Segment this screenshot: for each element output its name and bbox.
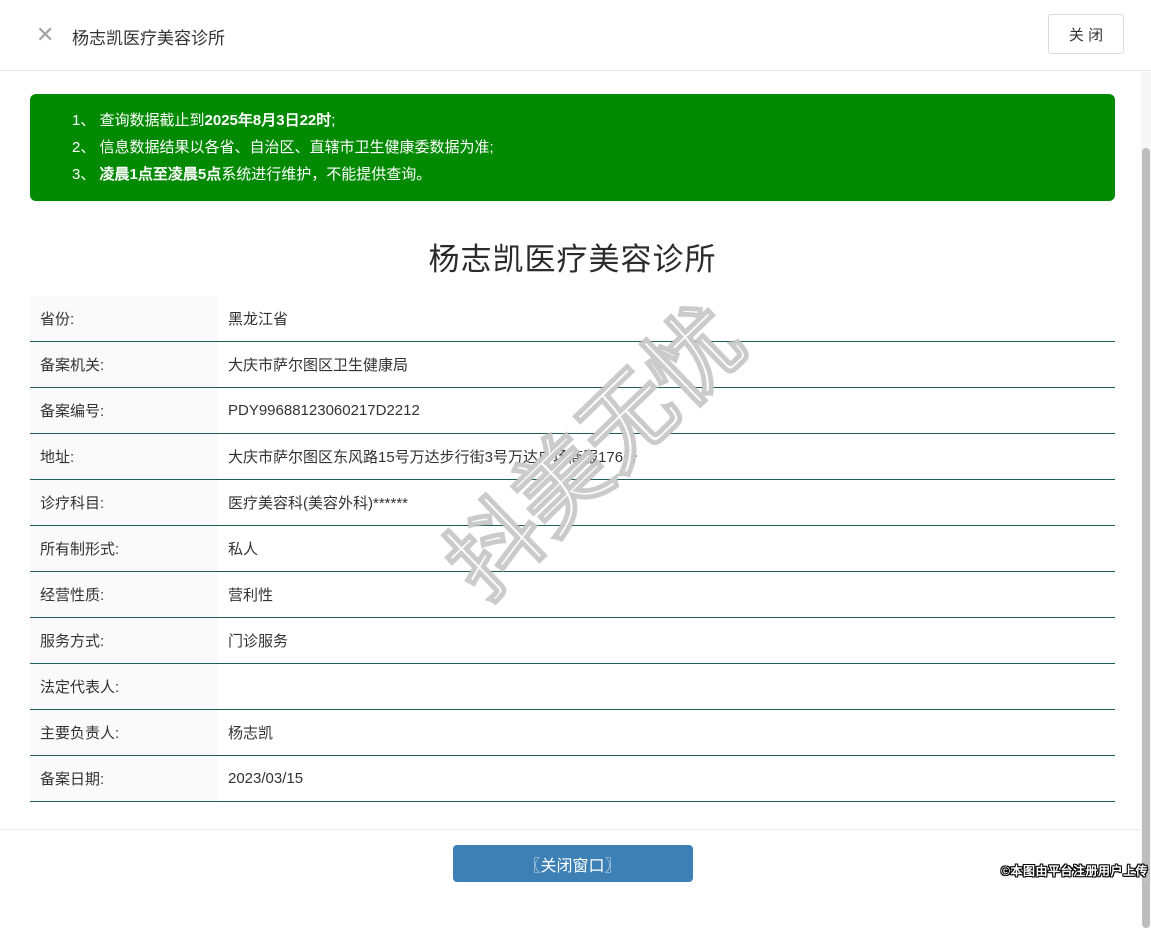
row-label: 地址: [30,434,218,479]
footer-divider [0,829,1151,830]
modal-body: 1、 查询数据截止到2025年8月3日22时; 2、 信息数据结果以各省、自治区、… [0,94,1151,882]
row-label: 备案编号: [30,388,218,433]
row-label: 备案机关: [30,342,218,387]
notice-item: 3、 凌晨1点至凌晨5点系统进行维护，不能提供查询。 [72,166,432,183]
page-title: 杨志凯医疗美容诊所 [428,242,717,277]
table-row: 诊疗科目: 医疗美容科(美容外科)****** [30,480,1115,526]
window-title: 杨志凯医疗美容诊所 [72,29,225,48]
table-row: 省份: 黑龙江省 [30,296,1115,342]
row-value: 黑龙江省 [228,311,289,328]
close-window-button[interactable]: 〖关闭窗口〗 [452,845,693,882]
row-value: 2023/03/15 [228,770,304,787]
row-label: 法定代表人: [30,664,218,709]
table-row: 备案日期: 2023/03/15 [30,756,1115,802]
row-value: 杨志凯 [228,725,274,742]
table-row: 经营性质: 营利性 [30,572,1115,618]
row-value: 私人 [228,541,259,558]
close-x-icon[interactable]: ✕ [36,22,54,48]
scrollbar-track[interactable] [1141,72,1151,928]
row-value [218,664,1115,709]
record-table: 省份: 黑龙江省 备案机关: 大庆市萨尔图区卫生健康局 备案编号: PDY99688123… [30,296,1115,802]
row-value: PDY99688123060217D2212 [228,402,420,419]
table-row: 备案编号: PDY99688123060217D2212 [30,388,1115,434]
row-value: 大庆市萨尔图区东风路15号万达步行街3号万达广场商服176号 [228,449,639,466]
row-value: 大庆市萨尔图区卫生健康局 [228,357,409,374]
notice-item: 2、 信息数据结果以各省、自治区、直辖市卫生健康委数据为准; [72,139,494,156]
modal-header: ✕ 杨志凯医疗美容诊所 关 闭 [0,0,1151,71]
table-row: 备案机关: 大庆市萨尔图区卫生健康局 [30,342,1115,388]
table-row: 所有制形式: 私人 [30,526,1115,572]
button-row: 〖关闭窗口〗 [30,845,1115,882]
close-button[interactable]: 关 闭 [1048,14,1124,54]
notice-box: 1、 查询数据截止到2025年8月3日22时; 2、 信息数据结果以各省、自治区、… [30,94,1115,201]
row-label: 省份: [30,296,218,341]
row-label: 所有制形式: [30,526,218,571]
row-value: 营利性 [228,587,274,604]
table-row: 服务方式: 门诊服务 [30,618,1115,664]
table-row: 法定代表人: [30,664,1115,710]
table-row: 主要负责人: 杨志凯 [30,710,1115,756]
row-label: 主要负责人: [30,710,218,755]
row-label: 备案日期: [30,756,218,801]
notice-item: 1、 查询数据截止到2025年8月3日22时; [72,112,336,129]
row-label: 服务方式: [30,618,218,663]
row-value: 医疗美容科(美容外科)****** [228,495,409,512]
table-row: 地址: 大庆市萨尔图区东风路15号万达步行街3号万达广场商服176号 [30,434,1115,480]
scrollbar-thumb[interactable] [1142,148,1150,928]
row-label: 经营性质: [30,572,218,617]
row-label: 诊疗科目: [30,480,218,525]
copyright-note: ©本图由平台注册用户上传 [1001,864,1148,878]
row-value: 门诊服务 [228,633,289,650]
